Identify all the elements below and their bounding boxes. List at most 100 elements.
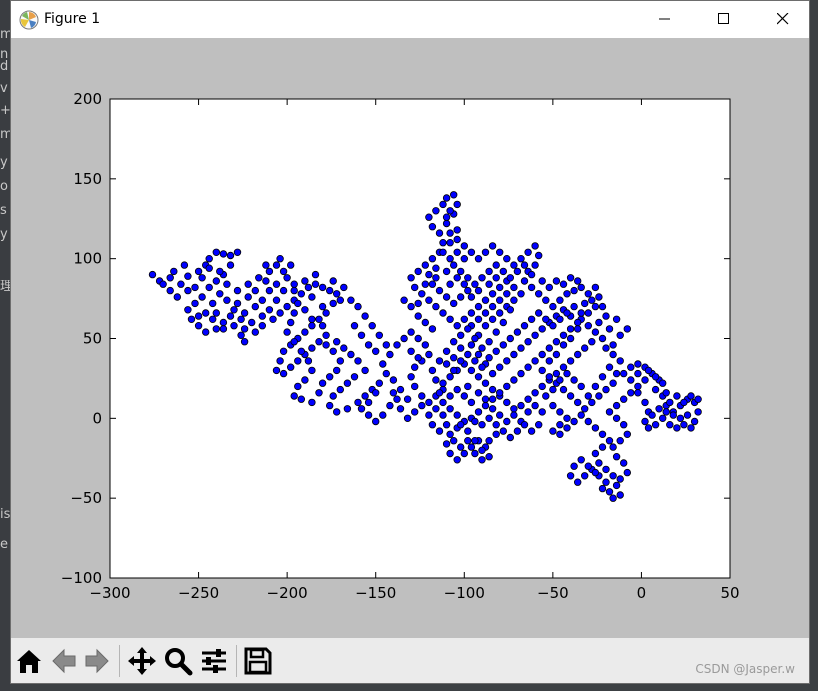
minimize-button[interactable]	[644, 1, 690, 38]
data-point	[474, 315, 483, 323]
data-point	[485, 338, 493, 346]
data-point	[602, 344, 610, 352]
data-point	[517, 401, 525, 410]
data-point	[361, 392, 369, 400]
data-point	[318, 283, 327, 292]
data-point	[428, 280, 437, 288]
data-point	[393, 395, 401, 403]
back-arrow-icon	[52, 648, 76, 674]
zoom-button[interactable]	[163, 646, 193, 676]
data-point	[602, 478, 610, 486]
data-point	[226, 312, 235, 320]
figure-canvas[interactable]: −300 −250 −200 −150 −100 −50 0 50 −100 −50 0 50 100 1…	[11, 38, 809, 638]
data-point	[503, 357, 511, 365]
data-point	[233, 286, 242, 295]
data-point	[641, 417, 649, 426]
background-app-text: 理	[0, 280, 10, 294]
data-point	[566, 357, 575, 365]
data-point	[453, 456, 461, 464]
data-point	[407, 274, 415, 282]
data-point	[329, 277, 337, 285]
data-point	[503, 382, 511, 391]
forward-button[interactable]	[82, 646, 112, 676]
data-point	[432, 207, 440, 215]
data-point	[595, 459, 603, 467]
data-point	[612, 315, 621, 323]
data-point	[542, 392, 550, 400]
back-button[interactable]	[49, 646, 79, 676]
data-point	[535, 290, 543, 298]
data-point	[435, 229, 444, 237]
data-point	[428, 366, 437, 375]
data-point	[251, 328, 259, 336]
data-point	[581, 405, 589, 413]
y-tick-label: 200	[73, 90, 102, 108]
data-point	[474, 254, 483, 263]
data-point	[612, 401, 621, 410]
data-point	[446, 315, 454, 323]
data-point	[414, 312, 422, 320]
data-point	[407, 373, 415, 381]
data-point	[244, 293, 252, 301]
data-point	[471, 357, 479, 365]
data-point	[531, 261, 539, 269]
data-point	[201, 328, 210, 336]
data-point	[439, 398, 447, 407]
data-point	[354, 357, 362, 365]
pan-button[interactable]	[127, 646, 157, 676]
data-point	[577, 283, 585, 292]
data-point	[240, 338, 249, 346]
data-point	[570, 462, 578, 470]
data-point	[442, 267, 451, 276]
data-point	[584, 309, 592, 317]
data-point	[421, 318, 429, 327]
data-point	[382, 341, 390, 349]
data-point	[666, 398, 674, 407]
data-point	[620, 395, 628, 403]
data-point	[276, 254, 284, 263]
background-app-text: d	[0, 60, 9, 74]
data-point	[272, 366, 281, 375]
data-point	[612, 414, 621, 422]
data-point	[446, 207, 454, 215]
data-point	[687, 424, 695, 432]
data-point	[343, 379, 352, 387]
configure-subplots-button[interactable]	[199, 646, 229, 676]
data-point	[279, 267, 288, 276]
data-point	[510, 411, 518, 419]
data-point	[499, 427, 507, 435]
data-point	[428, 254, 437, 263]
data-point	[450, 299, 458, 308]
data-point	[666, 421, 674, 429]
data-point	[531, 389, 539, 397]
data-point	[492, 421, 500, 429]
data-point	[545, 283, 553, 292]
data-point	[216, 290, 224, 298]
data-point	[517, 344, 525, 352]
data-point	[584, 462, 592, 470]
data-point	[581, 472, 589, 480]
maximize-button[interactable]	[703, 1, 749, 38]
x-tick-label: −50	[537, 584, 569, 602]
data-point	[563, 424, 571, 432]
data-point	[549, 302, 557, 311]
data-point	[488, 315, 497, 323]
data-point	[432, 274, 440, 282]
data-point	[474, 389, 483, 397]
title-bar: Figure 1	[11, 1, 809, 38]
data-point	[308, 293, 316, 301]
save-button[interactable]	[243, 646, 273, 676]
data-point	[503, 417, 511, 426]
data-point	[602, 312, 610, 320]
data-point	[627, 376, 635, 384]
data-point	[357, 331, 366, 339]
close-button[interactable]	[762, 1, 808, 38]
data-point	[623, 325, 631, 333]
background-app-text: o	[0, 180, 8, 194]
background-app-text: y	[0, 228, 8, 242]
home-button[interactable]	[14, 646, 44, 676]
data-point	[659, 414, 667, 422]
data-point	[279, 347, 288, 355]
data-point	[308, 322, 316, 330]
data-point	[559, 341, 568, 349]
